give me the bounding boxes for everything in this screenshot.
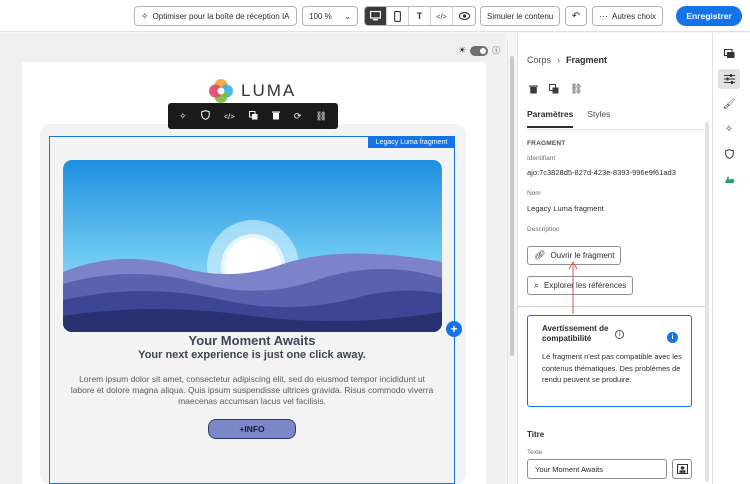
duplicate-icon[interactable]: [248, 110, 258, 122]
explore-references-button[interactable]: ⌕ Explorer les références: [527, 276, 634, 295]
unlink-icon[interactable]: ⛓: [570, 84, 583, 97]
preview-eye-icon[interactable]: [453, 7, 475, 25]
optimize-ai-button[interactable]: ✧ Optimiser pour la boîte de réception I…: [134, 6, 297, 26]
simulate-content-button[interactable]: Simuler le contenu: [480, 6, 561, 26]
refresh-icon[interactable]: ⟳: [294, 111, 302, 122]
trash-icon[interactable]: [271, 110, 280, 122]
info-button[interactable]: +INFO: [208, 419, 296, 439]
undo-icon: ↶: [571, 10, 581, 22]
title-section-heading: Titre: [527, 430, 545, 439]
undo-button[interactable]: ↶: [565, 6, 587, 26]
sun-icon: ☀: [458, 45, 467, 55]
email-subheadline: Your next experience is just one click a…: [138, 349, 366, 361]
breadcrumb-parent[interactable]: Corps: [527, 55, 551, 65]
email-body-text: Lorem ipsum dolor sit amet, consectetur …: [70, 374, 434, 406]
fragment-section-title: FRAGMENT: [527, 140, 566, 147]
shield-icon[interactable]: [200, 110, 210, 122]
personalize-icon[interactable]: [672, 459, 692, 479]
shield-icon[interactable]: [718, 144, 740, 164]
canvas-scroll-thumb[interactable]: [510, 56, 514, 356]
open-fragment-button[interactable]: 🔗︎ Ouvrir le fragment: [527, 246, 622, 265]
panel-actions: ⛓: [529, 84, 583, 97]
settings-sliders-icon[interactable]: [718, 69, 740, 89]
more-dots-icon: ···: [599, 11, 608, 21]
email-headline: Your Moment Awaits: [188, 333, 316, 348]
section-divider: [517, 306, 705, 307]
chevron-right-icon: ›: [557, 55, 561, 65]
zoom-select[interactable]: 100 % ⌄: [302, 6, 358, 26]
other-choices-label: Autres choix: [612, 11, 657, 21]
magic-wand-icon[interactable]: ✧: [179, 111, 187, 122]
dark-mode-toggle[interactable]: [470, 45, 489, 56]
assets-icon[interactable]: [718, 169, 740, 189]
info-icon: ⓘ: [492, 46, 501, 55]
luma-logo-mark-icon: [209, 79, 233, 103]
code-view-icon[interactable]: </>: [431, 7, 453, 25]
other-choices-button[interactable]: ··· Autres choix: [592, 6, 664, 26]
search-document-icon: ⌕: [534, 280, 540, 290]
dark-mode-toggle-row: ☀ ⓘ: [458, 45, 500, 56]
breadcrumb: Corps › Fragment: [527, 55, 607, 65]
open-fragment-label: Ouvrir le fragment: [550, 251, 615, 260]
info-filled-icon: i: [667, 332, 678, 343]
magic-wand-icon[interactable]: ✧: [718, 119, 740, 139]
text-field-value: Your Moment Awaits: [535, 464, 603, 474]
optimize-ai-label: Optimiser pour la boîte de réception IA: [152, 11, 290, 21]
luma-logo: LUMA: [208, 78, 296, 104]
text-field-input[interactable]: Your Moment Awaits: [527, 459, 667, 479]
name-value: Legacy Luma fragment: [527, 204, 604, 213]
desktop-view-icon[interactable]: [365, 7, 387, 25]
simulate-content-label: Simuler le contenu: [487, 11, 554, 21]
zoom-value: 100 %: [309, 11, 332, 21]
unlink-icon[interactable]: ⛓: [315, 111, 326, 122]
brush-icon[interactable]: 🖌︎: [718, 94, 740, 114]
identifier-value: ajo:7c3828d5-827d-423e-8393-996e9f61ad3: [527, 168, 676, 177]
top-toolbar: ✧ Optimiser pour la boîte de réception I…: [0, 0, 750, 32]
trash-icon[interactable]: [529, 84, 538, 97]
warning-body: Le fragment n'est pas compatible avec le…: [542, 352, 682, 384]
text-field-label: Texte: [527, 449, 543, 456]
name-label: Nom: [527, 190, 541, 197]
text-view-icon[interactable]: T: [409, 7, 431, 25]
duplicate-icon[interactable]: [549, 84, 559, 97]
save-button[interactable]: Enregistrer: [676, 6, 742, 26]
panel-tabs: Paramètres Styles: [527, 109, 610, 128]
magic-wand-icon: ✧: [141, 10, 149, 21]
breadcrumb-current: Fragment: [566, 55, 608, 65]
tab-parametres[interactable]: Paramètres: [527, 109, 574, 128]
mobile-view-icon[interactable]: [387, 7, 409, 25]
fragment-label-badge: Legacy Luma fragment: [368, 136, 455, 148]
link-icon: 🔗︎: [534, 250, 546, 260]
view-mode-switcher: T </>: [364, 6, 476, 26]
fragment-toolbar: ✧ </> ⟳ ⛓: [168, 103, 338, 129]
description-label: Description: [527, 226, 560, 233]
explore-references-label: Explorer les références: [544, 281, 627, 290]
comments-icon[interactable]: [718, 44, 740, 64]
tab-divider: [527, 129, 704, 130]
identifier-label: Identifiant: [527, 155, 556, 162]
info-outline-icon[interactable]: i: [615, 330, 624, 339]
compatibility-warning: Avertissement de compatibilité i i Le fr…: [527, 315, 692, 407]
code-icon[interactable]: </>: [224, 112, 235, 121]
panel-scrollbar[interactable]: [705, 122, 709, 482]
chevron-down-icon: ⌄: [344, 11, 351, 21]
tab-styles[interactable]: Styles: [587, 109, 610, 119]
luma-logo-text: LUMA: [241, 81, 297, 100]
